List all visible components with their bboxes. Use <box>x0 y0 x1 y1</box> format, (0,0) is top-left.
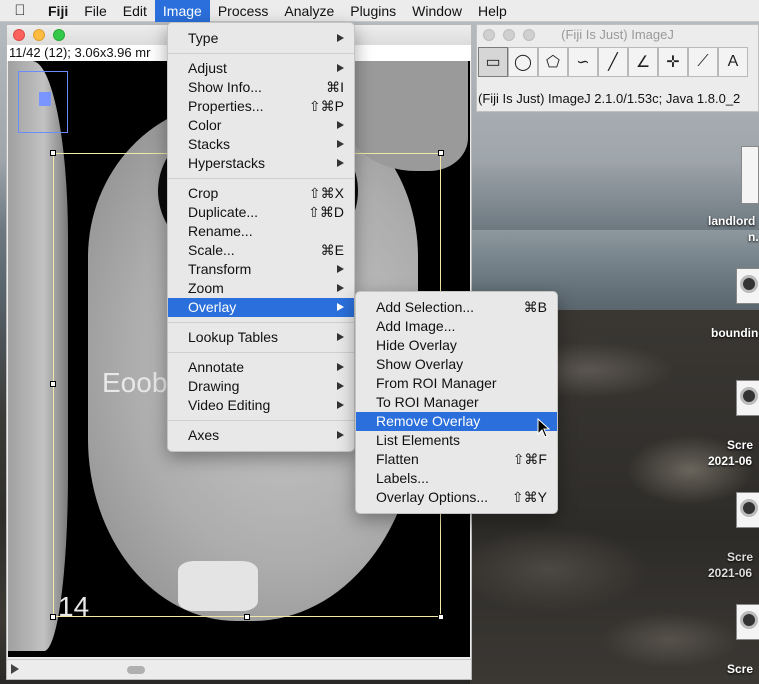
menu-item-zoom[interactable]: Zoom <box>168 279 354 298</box>
menu-item-video-editing[interactable]: Video Editing <box>168 396 354 415</box>
wand-tool-icon[interactable]: ⟋ <box>688 47 718 77</box>
imagej-window-title: (Fiji Is Just) ImageJ <box>561 27 674 42</box>
menu-item-scale[interactable]: Scale... ⌘E <box>168 241 354 260</box>
menu-item-show-info[interactable]: Show Info... ⌘I <box>168 78 354 97</box>
desktop-label-n: n. <box>748 230 759 244</box>
menu-item-show-overlay[interactable]: Show Overlay <box>356 355 557 374</box>
menu-analyze[interactable]: Analyze <box>276 0 342 22</box>
menu-item-axes[interactable]: Axes <box>168 426 354 445</box>
navigator-view-indicator <box>39 92 51 106</box>
menu-item-hyperstacks[interactable]: Hyperstacks <box>168 154 354 173</box>
desktop-label-scre: Scre <box>727 438 754 452</box>
screenshot-file-icon[interactable] <box>736 380 759 416</box>
desktop-label-date: 2021-06 <box>708 566 753 580</box>
menu-window[interactable]: Window <box>404 0 470 22</box>
menu-separator <box>168 178 354 179</box>
menu-separator <box>168 352 354 353</box>
menu-edit[interactable]: Edit <box>115 0 155 22</box>
desktop-label-date: 2021-06 <box>708 454 753 468</box>
menu-item-drawing[interactable]: Drawing <box>168 377 354 396</box>
menu-item-type[interactable]: Type <box>168 29 354 48</box>
menu-item-annotate[interactable]: Annotate <box>168 358 354 377</box>
slider-thumb[interactable] <box>127 666 145 674</box>
mouse-cursor-icon <box>537 418 551 438</box>
oval-tool-icon[interactable]: ◯ <box>508 47 538 77</box>
screenshot-file-icon[interactable] <box>736 492 759 528</box>
menu-separator <box>168 322 354 323</box>
menu-item-flatten[interactable]: Flatten ⇧⌘F <box>356 450 557 469</box>
play-icon[interactable] <box>11 664 19 674</box>
menu-item-adjust[interactable]: Adjust <box>168 59 354 78</box>
menu-item-overlay[interactable]: Overlay <box>168 298 354 317</box>
menu-item-to-roi-manager[interactable]: To ROI Manager <box>356 393 557 412</box>
line-tool-icon[interactable]: ╱ <box>598 47 628 77</box>
menu-separator <box>168 420 354 421</box>
overlay-submenu: Add Selection... ⌘B Add Image... Hide Ove… <box>355 291 558 514</box>
imagej-status-line: (Fiji Is Just) ImageJ 2.1.0/1.53c; Java … <box>478 91 741 106</box>
roi-handle[interactable] <box>244 614 250 620</box>
text-tool-icon[interactable]: A <box>718 47 748 77</box>
menu-item-hide-overlay[interactable]: Hide Overlay <box>356 336 557 355</box>
point-tool-icon[interactable]: ✛ <box>658 47 688 77</box>
screenshot-file-icon[interactable] <box>736 604 759 640</box>
menu-item-lookup-tables[interactable]: Lookup Tables <box>168 328 354 347</box>
imagej-toolbar-window: (Fiji Is Just) ImageJ ▭ ◯ ⬠ ∽ ╱ ∠ ✛ ⟋ A … <box>476 24 759 112</box>
menu-help[interactable]: Help <box>470 0 515 22</box>
angle-tool-icon[interactable]: ∠ <box>628 47 658 77</box>
menu-item-labels[interactable]: Labels... <box>356 469 557 488</box>
overlay-label: Eoob <box>102 367 168 398</box>
apple-menu-icon[interactable]:  <box>0 2 40 19</box>
zoom-button[interactable] <box>53 29 65 41</box>
screenshot-file-icon[interactable] <box>736 268 759 304</box>
close-button[interactable] <box>483 29 495 41</box>
menu-item-add-image[interactable]: Add Image... <box>356 317 557 336</box>
menu-item-rename[interactable]: Rename... <box>168 222 354 241</box>
zoom-button[interactable] <box>523 29 535 41</box>
menu-item-remove-overlay[interactable]: Remove Overlay <box>356 412 557 431</box>
overlay-slice-number: 14 <box>58 591 90 622</box>
freehand-tool-icon[interactable]: ∽ <box>568 47 598 77</box>
stack-slider[interactable] <box>7 659 471 679</box>
close-button[interactable] <box>13 29 25 41</box>
menu-item-properties[interactable]: Properties... ⇧⌘P <box>168 97 354 116</box>
menu-item-duplicate[interactable]: Duplicate... ⇧⌘D <box>168 203 354 222</box>
polygon-tool-icon[interactable]: ⬠ <box>538 47 568 77</box>
roi-handle[interactable] <box>50 614 56 620</box>
menu-fiji[interactable]: Fiji <box>40 0 76 22</box>
roi-handle[interactable] <box>438 614 444 620</box>
roi-handle[interactable] <box>50 150 56 156</box>
minimize-button[interactable] <box>503 29 515 41</box>
desktop-label-landlord: landlord <box>708 214 756 228</box>
menu-item-stacks[interactable]: Stacks <box>168 135 354 154</box>
menu-item-list-elements[interactable]: List Elements <box>356 431 557 450</box>
menu-item-from-roi-manager[interactable]: From ROI Manager <box>356 374 557 393</box>
menu-item-overlay-options[interactable]: Overlay Options... ⇧⌘Y <box>356 488 557 507</box>
rectangle-tool-icon[interactable]: ▭ <box>478 47 508 77</box>
menu-separator <box>168 53 354 54</box>
minimize-button[interactable] <box>33 29 45 41</box>
desktop-label-scre: Scre <box>727 550 754 564</box>
menu-file[interactable]: File <box>76 0 115 22</box>
menu-image[interactable]: Image <box>154 0 210 22</box>
menu-plugins[interactable]: Plugins <box>342 0 404 22</box>
menu-bar:  Fiji File Edit Image Process Analyze P… <box>0 0 759 22</box>
desktop-label-bounding: bounding <box>711 326 759 340</box>
menu-item-crop[interactable]: Crop ⇧⌘X <box>168 184 354 203</box>
menu-process[interactable]: Process <box>210 0 277 22</box>
zoom-navigator[interactable] <box>18 71 68 133</box>
roi-handle[interactable] <box>50 381 56 387</box>
menu-item-color[interactable]: Color <box>168 116 354 135</box>
menu-item-transform[interactable]: Transform <box>168 260 354 279</box>
document-icon[interactable] <box>741 146 759 204</box>
image-menu: Type Adjust Show Info... ⌘I Properties...… <box>167 22 355 452</box>
roi-handle[interactable] <box>438 150 444 156</box>
menu-item-add-selection[interactable]: Add Selection... ⌘B <box>356 298 557 317</box>
imagej-titlebar[interactable]: (Fiji Is Just) ImageJ <box>477 25 758 45</box>
tool-row: ▭ ◯ ⬠ ∽ ╱ ∠ ✛ ⟋ A <box>478 47 748 77</box>
desktop-label-scre: Scre <box>727 662 754 676</box>
